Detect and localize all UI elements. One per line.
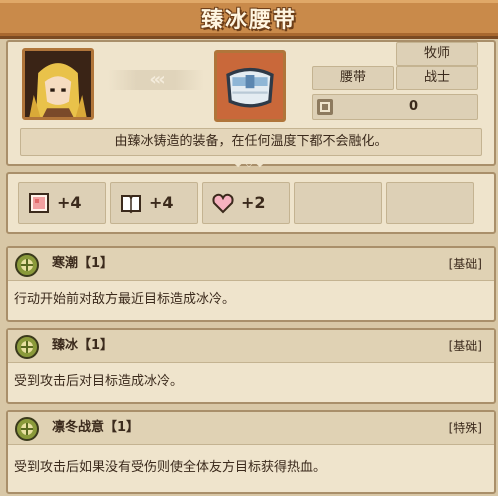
skill-type: [基础]	[448, 339, 482, 353]
level-value: 0	[409, 99, 419, 114]
skill-description: 受到攻击后对目标造成冰冷。	[14, 374, 184, 389]
skill-type: [特殊]	[448, 421, 482, 435]
skill-emblem-icon	[15, 253, 39, 277]
class-tag-priest: 牧师	[396, 42, 478, 66]
book-icon	[121, 195, 141, 214]
stat-health-value: +2	[241, 193, 266, 212]
skill-description: 行动开始前对敌方最近目标造成冰冷。	[14, 292, 236, 307]
title-bar: 臻冰腰带	[0, 0, 498, 39]
skill-header: 寒潮【1】 [基础]	[8, 248, 494, 281]
hero-portrait[interactable]	[22, 48, 94, 120]
skill-card[interactable]: 寒潮【1】 [基础] 行动开始前对敌方最近目标造成冰冷。	[6, 246, 496, 322]
skill-emblem-icon	[15, 335, 39, 359]
stat-strength[interactable]: +4	[18, 182, 106, 224]
type-tag-belt: 腰带	[312, 66, 394, 90]
ice-belt-icon	[217, 53, 283, 119]
item-portrait[interactable]	[214, 50, 286, 122]
fist-icon	[29, 193, 49, 213]
skill-name: 凛冬战意【1】	[52, 420, 140, 435]
level-icon	[317, 99, 333, 115]
divider-ornament: ◆ ◇ ◆	[234, 158, 264, 169]
skill-type: [基础]	[448, 257, 482, 271]
item-title: 臻冰腰带	[200, 8, 297, 33]
item-info-panel: ‹‹‹ 牧师 腰带 战士 0 由臻冰铸造的装备，在任何温度下都不会融化。	[6, 40, 496, 166]
skill-card[interactable]: 臻冰【1】 [基础] 受到攻击后对目标造成冰冷。	[6, 328, 496, 404]
level-row: 0	[312, 94, 478, 120]
skill-description: 受到攻击后如果没有受伤则使全体友方目标获得热血。	[14, 460, 327, 475]
skill-emblem-icon	[15, 417, 39, 441]
stat-strength-value: +4	[57, 193, 82, 212]
chevron-left-icon: ‹‹‹	[108, 70, 204, 90]
class-tag-warrior: 战士	[396, 66, 478, 90]
stat-intellect[interactable]: +4	[110, 182, 198, 224]
item-description: 由臻冰铸造的装备，在任何温度下都不会融化。	[20, 128, 482, 156]
skill-name: 臻冰【1】	[52, 338, 114, 353]
skill-name: 寒潮【1】	[52, 256, 114, 271]
stat-health[interactable]: +2	[202, 182, 290, 224]
hero-avatar-icon	[25, 51, 91, 117]
heart-icon	[212, 193, 234, 214]
skill-card[interactable]: 凛冬战意【1】 [特殊] 受到攻击后如果没有受伤则使全体友方目标获得热血。	[6, 410, 496, 494]
stat-slot-empty	[386, 182, 474, 224]
skill-header: 凛冬战意【1】 [特殊]	[8, 412, 494, 445]
stats-panel: +4 +4 +2	[6, 172, 496, 234]
skill-header: 臻冰【1】 [基础]	[8, 330, 494, 363]
stat-slot-empty	[294, 182, 382, 224]
stat-intellect-value: +4	[149, 193, 174, 212]
